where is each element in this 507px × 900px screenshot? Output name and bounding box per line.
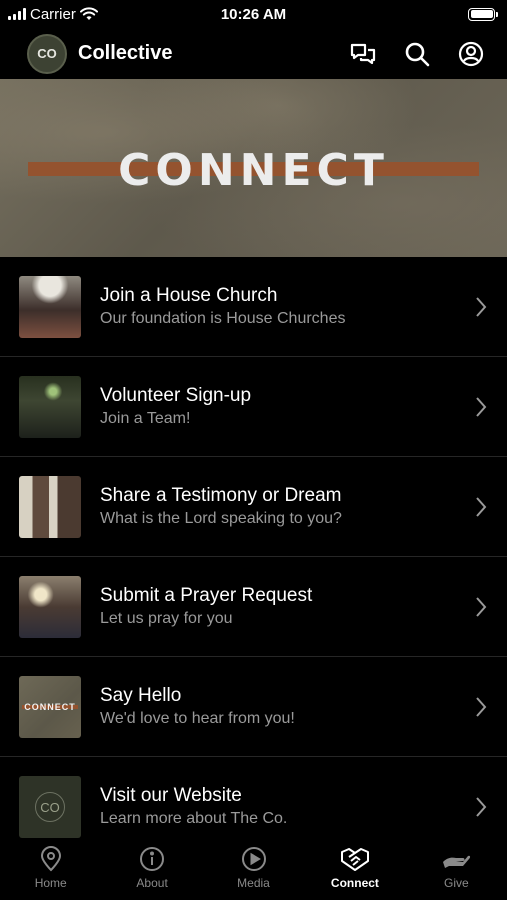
tab-give[interactable]: Give xyxy=(406,840,507,900)
list-item-subtitle: Learn more about The Co. xyxy=(100,810,288,827)
house-church-thumbnail xyxy=(19,275,81,338)
tab-connect[interactable]: Connect xyxy=(304,840,405,900)
app-header: CO Collective xyxy=(0,28,507,79)
carrier-label: Carrier xyxy=(30,5,76,23)
messages-icon[interactable] xyxy=(347,38,379,70)
cellular-signal-icon xyxy=(8,8,26,20)
list-item-text: Join a House Church Our foundation is Ho… xyxy=(100,284,507,330)
list-item-subtitle: What is the Lord speaking to you? xyxy=(100,509,342,527)
list-item[interactable]: Share a Testimony or Dream What is the L… xyxy=(0,457,507,557)
list-item-subtitle: We'd love to hear from you! xyxy=(100,709,295,727)
giving-hand-icon xyxy=(443,855,471,868)
testimony-thumbnail xyxy=(19,475,81,538)
list-item-title: Submit a Prayer Request xyxy=(100,584,313,606)
chevron-right-icon xyxy=(476,496,487,517)
collective-logo-icon: CO xyxy=(35,792,65,822)
list-item-text: Volunteer Sign-up Join a Team! xyxy=(100,384,507,430)
list-item-title: Join a House Church xyxy=(100,284,278,306)
tab-label: Connect xyxy=(330,876,379,890)
website-thumbnail: CO xyxy=(19,776,81,838)
handshake-icon xyxy=(340,848,369,871)
connect-banner: CONNECT xyxy=(0,79,507,257)
list-item-title: Visit our Website xyxy=(100,785,242,806)
list-item-title: Share a Testimony or Dream xyxy=(100,484,342,506)
volunteer-thumbnail xyxy=(19,375,81,438)
list-item[interactable]: CONNECT Say Hello We'd love to hear from… xyxy=(0,657,507,757)
chevron-right-icon xyxy=(476,596,487,617)
header-actions xyxy=(347,38,487,70)
account-icon[interactable] xyxy=(455,38,487,70)
list-item[interactable]: Submit a Prayer Request Let us pray for … xyxy=(0,557,507,657)
list-item[interactable]: Volunteer Sign-up Join a Team! xyxy=(0,357,507,457)
list-item-text: Share a Testimony or Dream What is the L… xyxy=(100,484,507,530)
tab-home[interactable]: Home xyxy=(0,840,101,900)
tab-media[interactable]: Media xyxy=(203,840,304,900)
tab-bar: Home About Media Connect Give xyxy=(0,840,507,900)
chevron-right-icon xyxy=(476,696,487,717)
list-item-text: Say Hello We'd love to hear from you! xyxy=(100,684,507,730)
location-pin-icon xyxy=(40,846,61,872)
chevron-right-icon xyxy=(476,797,487,817)
list-item-subtitle: Join a Team! xyxy=(100,409,191,427)
tab-label: Give xyxy=(443,876,469,890)
search-icon[interactable] xyxy=(401,38,433,70)
thumbnail-text: CONNECT xyxy=(24,701,76,712)
tab-label: About xyxy=(136,876,168,890)
tab-label: Home xyxy=(34,876,67,890)
connect-list: Join a House Church Our foundation is Ho… xyxy=(0,257,507,857)
list-item-title: Volunteer Sign-up xyxy=(100,384,252,406)
play-circle-icon xyxy=(241,847,266,871)
prayer-request-thumbnail xyxy=(19,575,81,638)
list-item-text: Submit a Prayer Request Let us pray for … xyxy=(100,584,507,630)
info-icon xyxy=(140,847,165,871)
battery-icon xyxy=(468,7,498,21)
tab-label: Media xyxy=(237,876,270,890)
status-left: Carrier xyxy=(8,6,98,23)
chevron-right-icon xyxy=(476,296,487,317)
app-title: Collective xyxy=(78,42,173,64)
banner-title: CONNECT xyxy=(118,145,389,196)
list-item-text: Visit our Website Learn more about The C… xyxy=(100,784,507,830)
list-item-subtitle: Our foundation is House Churches xyxy=(100,309,346,327)
list-item-subtitle: Let us pray for you xyxy=(100,609,233,627)
wifi-icon xyxy=(79,7,98,20)
list-item[interactable]: Join a House Church Our foundation is Ho… xyxy=(0,257,507,357)
tab-about[interactable]: About xyxy=(101,840,202,900)
list-item-title: Say Hello xyxy=(100,684,182,706)
say-hello-thumbnail: CONNECT xyxy=(19,675,81,738)
chevron-right-icon xyxy=(476,396,487,417)
app-logo[interactable]: CO xyxy=(27,33,67,74)
status-bar: Carrier 10:26 AM xyxy=(0,0,507,28)
